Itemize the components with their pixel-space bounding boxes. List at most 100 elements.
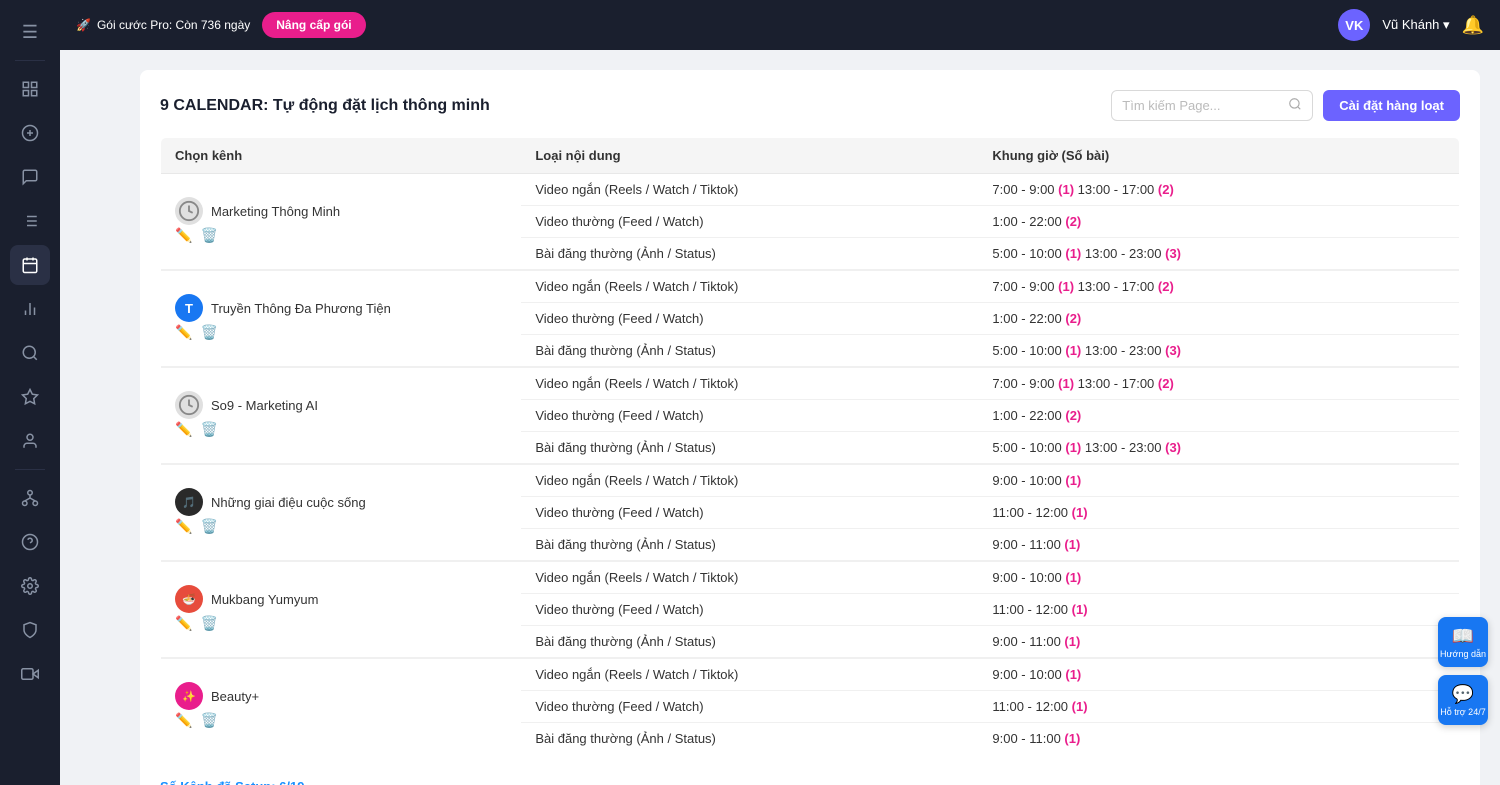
content-type-cell: Bài đăng thường (Ảnh / Status) — [521, 238, 978, 271]
avatar: VK — [1338, 9, 1370, 41]
sidebar-item-plugins[interactable] — [10, 377, 50, 417]
channel-name: Beauty+ — [211, 689, 259, 704]
edit-channel-button[interactable]: ✏️ — [175, 712, 192, 729]
content-type-cell: Video thường (Feed / Watch) — [521, 400, 978, 432]
channel-avatar — [175, 391, 203, 419]
content-type-cell: Bài đăng thường (Ảnh / Status) — [521, 335, 978, 368]
delete-channel-button[interactable]: 🗑️ — [200, 421, 217, 438]
edit-channel-button[interactable]: ✏️ — [175, 615, 192, 632]
time-slot-cell: 9:00 - 11:00 (1) — [978, 723, 1459, 755]
channel-avatar: 🍜 — [175, 585, 203, 613]
bulk-setup-button[interactable]: Cài đặt hàng loạt — [1323, 90, 1460, 121]
sidebar-item-analytics[interactable] — [10, 289, 50, 329]
channel-name: Những giai điệu cuộc sống — [211, 495, 366, 510]
content-type-cell: Bài đăng thường (Ảnh / Status) — [521, 626, 978, 659]
delete-channel-button[interactable]: 🗑️ — [200, 712, 217, 729]
sidebar-item-media[interactable] — [10, 654, 50, 694]
channel-info: Marketing Thông Minh — [175, 197, 507, 225]
channel-avatar: 🎵 — [175, 488, 203, 516]
channel-actions: ✏️ 🗑️ — [175, 322, 507, 343]
delete-channel-button[interactable]: 🗑️ — [200, 615, 217, 632]
channel-cell: Marketing Thông Minh ✏️ 🗑️ — [161, 174, 522, 271]
edit-channel-button[interactable]: ✏️ — [175, 421, 192, 438]
support-button[interactable]: 💬 Hỗ trợ 24/7 — [1438, 675, 1488, 725]
content-type-cell: Video thường (Feed / Watch) — [521, 497, 978, 529]
content-type-cell: Video thường (Feed / Watch) — [521, 206, 978, 238]
help-label: Hướng dẫn — [1440, 649, 1486, 659]
sidebar-item-dashboard[interactable] — [10, 69, 50, 109]
time-slot-cell: 9:00 - 10:00 (1) — [978, 464, 1459, 497]
header-right: Cài đặt hàng loạt — [1111, 90, 1460, 121]
page-container: 9 CALENDAR: Tự động đặt lịch thông minh … — [140, 70, 1480, 785]
sidebar-item-settings[interactable] — [10, 566, 50, 606]
time-slot-cell: 7:00 - 9:00 (1) 13:00 - 17:00 (2) — [978, 270, 1459, 303]
user-name[interactable]: Vũ Khánh ▾ — [1382, 17, 1449, 33]
channel-info: 🍜 Mukbang Yumyum — [175, 585, 507, 613]
sidebar-item-security[interactable] — [10, 610, 50, 650]
edit-channel-button[interactable]: ✏️ — [175, 227, 192, 244]
channel-info: T Truyền Thông Đa Phương Tiện — [175, 294, 507, 322]
content-type-cell: Bài đăng thường (Ảnh / Status) — [521, 432, 978, 465]
time-slot-cell: 1:00 - 22:00 (2) — [978, 206, 1459, 238]
content-type-cell: Bài đăng thường (Ảnh / Status) — [521, 529, 978, 562]
time-slot-cell: 11:00 - 12:00 (1) — [978, 691, 1459, 723]
channel-avatar — [175, 197, 203, 225]
help-guide-button[interactable]: 📖 Hướng dẫn — [1438, 617, 1488, 667]
col-header-time: Khung giờ (Số bài) — [978, 138, 1459, 174]
channel-info: 🎵 Những giai điệu cuộc sống — [175, 488, 507, 516]
channel-name: Truyền Thông Đa Phương Tiện — [211, 301, 391, 316]
time-slot-cell: 9:00 - 11:00 (1) — [978, 529, 1459, 562]
page-title: 9 CALENDAR: Tự động đặt lịch thông minh — [160, 97, 490, 115]
time-slot-cell: 11:00 - 12:00 (1) — [978, 594, 1459, 626]
sidebar-item-calendar[interactable] — [10, 245, 50, 285]
topbar: 🚀 Gói cước Pro: Còn 736 ngày Nâng cấp gó… — [60, 0, 1500, 50]
delete-channel-button[interactable]: 🗑️ — [200, 324, 217, 341]
content-type-cell: Video ngắn (Reels / Watch / Tiktok) — [521, 174, 978, 206]
channel-actions: ✏️ 🗑️ — [175, 225, 507, 246]
channel-info: So9 - Marketing AI — [175, 391, 507, 419]
channel-cell: T Truyền Thông Đa Phương Tiện ✏️ 🗑️ — [161, 270, 522, 367]
channel-actions: ✏️ 🗑️ — [175, 710, 507, 731]
content-type-cell: Video ngắn (Reels / Watch / Tiktok) — [521, 270, 978, 303]
channel-avatar: ✨ — [175, 682, 203, 710]
support-icon: 💬 — [1452, 684, 1474, 705]
channel-cell: 🎵 Những giai điệu cuộc sống ✏️ 🗑️ — [161, 464, 522, 561]
sidebar-item-profile[interactable] — [10, 421, 50, 461]
channel-cell: So9 - Marketing AI ✏️ 🗑️ — [161, 367, 522, 464]
sidebar-item-create[interactable] — [10, 113, 50, 153]
time-slot-cell: 5:00 - 10:00 (1) 13:00 - 23:00 (3) — [978, 432, 1459, 465]
channel-name: So9 - Marketing AI — [211, 398, 318, 413]
search-input[interactable] — [1122, 98, 1282, 113]
content-type-cell: Video thường (Feed / Watch) — [521, 303, 978, 335]
content-type-cell: Video ngắn (Reels / Watch / Tiktok) — [521, 561, 978, 594]
sidebar: ☰ — [0, 0, 60, 785]
channel-name: Mukbang Yumyum — [211, 592, 318, 607]
sidebar-item-messages[interactable] — [10, 157, 50, 197]
sidebar-item-help[interactable] — [10, 522, 50, 562]
sidebar-item-org[interactable] — [10, 478, 50, 518]
channel-actions: ✏️ 🗑️ — [175, 613, 507, 634]
sidebar-item-search[interactable] — [10, 333, 50, 373]
delete-channel-button[interactable]: 🗑️ — [200, 227, 217, 244]
sidebar-item-list[interactable] — [10, 201, 50, 241]
channel-actions: ✏️ 🗑️ — [175, 419, 507, 440]
topbar-right: VK Vũ Khánh ▾ 🔔 — [1338, 9, 1484, 41]
col-header-channel: Chọn kênh — [161, 138, 522, 174]
notification-icon[interactable]: 🔔 — [1462, 15, 1484, 36]
time-slot-cell: 1:00 - 22:00 (2) — [978, 400, 1459, 432]
support-label: Hỗ trợ 24/7 — [1440, 707, 1485, 717]
content-type-cell: Video thường (Feed / Watch) — [521, 691, 978, 723]
search-icon — [1288, 97, 1302, 114]
col-header-content: Loại nội dung — [521, 138, 978, 174]
content-type-cell: Video thường (Feed / Watch) — [521, 594, 978, 626]
channel-cell: 🍜 Mukbang Yumyum ✏️ 🗑️ — [161, 561, 522, 658]
calendar-table: Chọn kênh Loại nội dung Khung giờ (Số bà… — [160, 137, 1460, 755]
time-slot-cell: 7:00 - 9:00 (1) 13:00 - 17:00 (2) — [978, 367, 1459, 400]
edit-channel-button[interactable]: ✏️ — [175, 324, 192, 341]
upgrade-button[interactable]: Nâng cấp gói — [262, 12, 365, 38]
edit-channel-button[interactable]: ✏️ — [175, 518, 192, 535]
channel-name: Marketing Thông Minh — [211, 204, 340, 219]
delete-channel-button[interactable]: 🗑️ — [200, 518, 217, 535]
float-help: 📖 Hướng dẫn 💬 Hỗ trợ 24/7 — [1438, 617, 1488, 725]
sidebar-item-menu[interactable]: ☰ — [10, 12, 50, 52]
